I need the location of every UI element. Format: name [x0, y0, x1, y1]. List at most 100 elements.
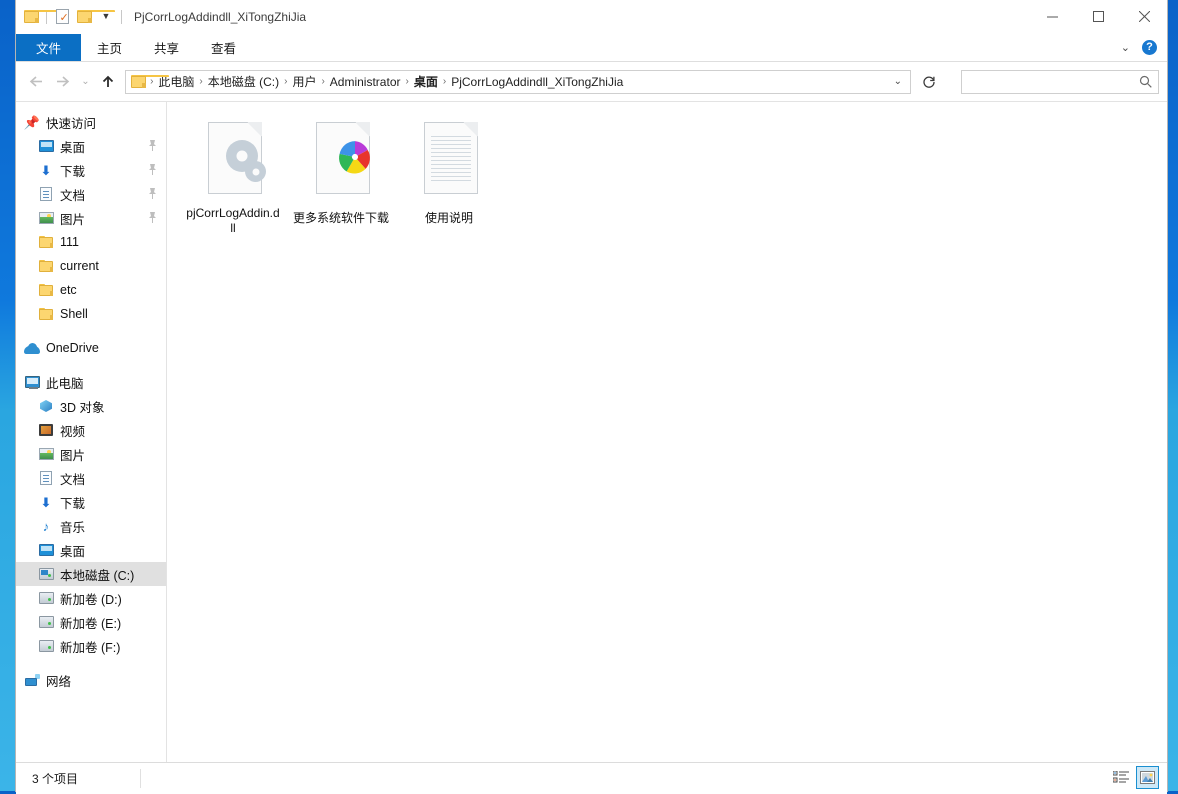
maximize-icon[interactable]: [1075, 0, 1121, 33]
navigation-pane[interactable]: 📌 快速访问 桌面 ⬇ 下载 文档 图片 111 current etc She…: [16, 102, 167, 762]
file-item[interactable]: 更多系统软件下载: [287, 116, 395, 236]
back-button[interactable]: [24, 69, 50, 95]
file-item[interactable]: pjCorrLogAddin.dll: [179, 116, 287, 236]
search-input[interactable]: [967, 73, 1139, 90]
chevron-down-icon[interactable]: ▼: [95, 6, 117, 28]
pin-icon[interactable]: [147, 211, 158, 224]
sidebar-item-label: 视频: [60, 424, 86, 439]
tab-file[interactable]: 文件: [16, 34, 82, 61]
folder-icon: [38, 234, 54, 250]
details-view-button[interactable]: [1109, 766, 1132, 789]
cloud-icon: [24, 340, 40, 356]
recent-locations-button[interactable]: ⌄: [76, 76, 96, 87]
sidebar-item-downloads-pc[interactable]: ⬇ 下载: [16, 490, 166, 514]
tab-share[interactable]: 共享: [138, 34, 195, 61]
pictures-icon: [38, 210, 54, 226]
close-icon[interactable]: [1121, 0, 1167, 33]
folder-icon[interactable]: [20, 6, 62, 28]
sidebar-item-label: 下载: [60, 164, 86, 179]
cube-icon: [38, 398, 54, 414]
desktop-background: ✓ ▼ PjCorrLogAddindll_XiTongZhiJia 文件 主页…: [0, 0, 1178, 794]
drive-icon: [38, 590, 54, 606]
sidebar-item-label: Shell: [60, 307, 88, 321]
pin-icon[interactable]: [147, 139, 158, 152]
properties-icon[interactable]: ✓: [51, 6, 73, 28]
breadcrumb: › 此电脑 › 本地磁盘 (C:) › 用户 › Administrator ›…: [149, 73, 888, 90]
sidebar-item-label: 本地磁盘 (C:): [60, 568, 135, 583]
sidebar-item-label: 下载: [60, 496, 86, 511]
breadcrumb-item-1[interactable]: 本地磁盘 (C:): [204, 73, 283, 90]
view-toggle-group: [1109, 766, 1159, 789]
sidebar-item-current[interactable]: current: [16, 254, 166, 278]
up-button[interactable]: [95, 69, 121, 95]
address-bar-row: ⌄ › 此电脑 › 本地磁盘 (C:) › 用户 › Administrator: [16, 62, 1167, 101]
file-name: 更多系统软件下载: [293, 211, 390, 225]
address-bar[interactable]: › 此电脑 › 本地磁盘 (C:) › 用户 › Administrator ›…: [125, 69, 912, 94]
sidebar-item-label: 新加卷 (D:): [60, 592, 122, 607]
pin-icon[interactable]: [147, 187, 158, 200]
address-dropdown-icon[interactable]: ⌄: [888, 76, 908, 87]
search-box[interactable]: [960, 69, 1159, 94]
sidebar-item-downloads[interactable]: ⬇ 下载: [16, 158, 166, 182]
sidebar-item-volume-e[interactable]: 新加卷 (E:): [16, 610, 166, 634]
folder-icon: [38, 258, 54, 274]
file-list-pane[interactable]: pjCorrLogAddin.dll 更多系统软件下载 使用说明: [167, 102, 1167, 762]
documents-icon: [38, 470, 54, 486]
music-icon: ♪: [42, 518, 50, 534]
pinwheel-shortcut-icon: [306, 122, 376, 206]
breadcrumb-item-2[interactable]: 用户: [288, 73, 320, 90]
star-pin-icon: 📌: [23, 114, 41, 130]
ribbon-right-controls: ⌄ ?: [1115, 34, 1163, 61]
explorer-body: 📌 快速访问 桌面 ⬇ 下载 文档 图片 111 current etc She…: [16, 101, 1167, 762]
this-pc-icon: [24, 374, 40, 390]
sidebar-item-label: 文档: [60, 188, 86, 203]
window-controls: [1029, 0, 1167, 33]
forward-button[interactable]: [50, 69, 76, 95]
search-icon: [1139, 75, 1152, 88]
quick-access-toolbar: ✓ ▼: [16, 0, 126, 33]
drive-icon: [38, 614, 54, 630]
sidebar-group-quick-access[interactable]: 📌 快速访问: [16, 110, 166, 134]
sidebar-item-music[interactable]: ♪ 音乐: [16, 514, 166, 538]
sidebar-item-local-disk-c[interactable]: 本地磁盘 (C:): [16, 562, 166, 586]
file-item[interactable]: 使用说明: [395, 116, 503, 236]
sidebar-item-volume-d[interactable]: 新加卷 (D:): [16, 586, 166, 610]
ribbon-tab-bar: 文件 主页 共享 查看 ⌄ ?: [16, 34, 1167, 62]
chevron-down-icon[interactable]: ⌄: [1115, 41, 1136, 54]
text-document-icon: [414, 122, 484, 206]
network-icon: [24, 672, 40, 688]
sidebar-item-documents[interactable]: 文档: [16, 182, 166, 206]
sidebar-item-desktop[interactable]: 桌面: [16, 134, 166, 158]
sidebar-group-this-pc[interactable]: 此电脑: [16, 370, 166, 394]
sidebar-item-label: 新加卷 (E:): [60, 616, 122, 631]
sidebar-item-volume-f[interactable]: 新加卷 (F:): [16, 634, 166, 658]
minimize-icon[interactable]: [1029, 0, 1075, 33]
help-icon[interactable]: ?: [1142, 40, 1157, 55]
sidebar-item-111[interactable]: 111: [16, 230, 166, 254]
large-icons-view-button[interactable]: [1136, 766, 1159, 789]
videos-icon: [38, 422, 54, 438]
breadcrumb-item-4[interactable]: 桌面: [410, 73, 442, 90]
breadcrumb-item-3[interactable]: Administrator: [326, 75, 405, 89]
folder-icon: [131, 75, 170, 88]
sidebar-item-shell[interactable]: Shell: [16, 302, 166, 326]
sidebar-item-onedrive[interactable]: OneDrive: [16, 336, 166, 360]
sidebar-item-videos[interactable]: 视频: [16, 418, 166, 442]
tab-view[interactable]: 查看: [195, 34, 252, 61]
sidebar-item-label: 桌面: [60, 140, 86, 155]
sidebar-item-pictures-pc[interactable]: 图片: [16, 442, 166, 466]
new-folder-icon[interactable]: [73, 6, 115, 28]
sidebar-item-pictures[interactable]: 图片: [16, 206, 166, 230]
sidebar-item-etc[interactable]: etc: [16, 278, 166, 302]
tab-home[interactable]: 主页: [81, 34, 138, 61]
sidebar-item-3d-objects[interactable]: 3D 对象: [16, 394, 166, 418]
drive-icon: [38, 638, 54, 654]
sidebar-item-desktop-pc[interactable]: 桌面: [16, 538, 166, 562]
sidebar-item-network[interactable]: 网络: [16, 668, 166, 692]
sidebar-item-documents-pc[interactable]: 文档: [16, 466, 166, 490]
pin-icon[interactable]: [147, 163, 158, 176]
refresh-button[interactable]: [913, 70, 945, 94]
sidebar-item-label: 111: [60, 235, 80, 249]
breadcrumb-item-5[interactable]: PjCorrLogAddindll_XiTongZhiJia: [447, 75, 627, 89]
